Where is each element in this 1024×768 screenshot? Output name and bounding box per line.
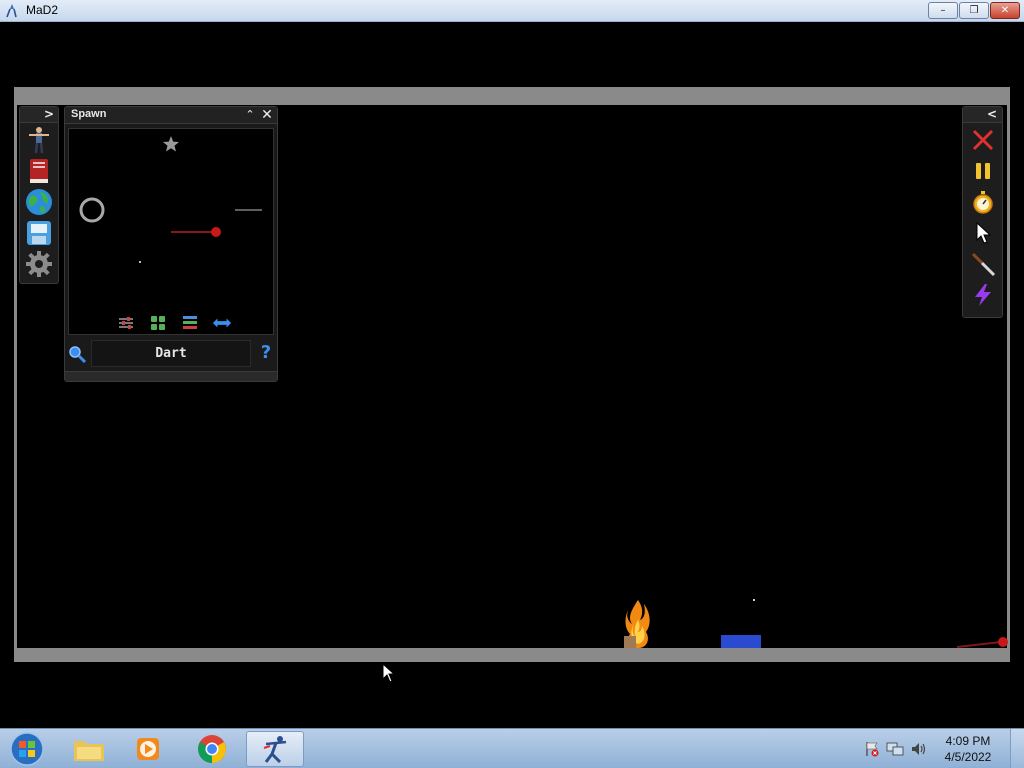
frame-bottom-border xyxy=(14,648,1010,662)
globe-icon[interactable] xyxy=(25,188,53,216)
mouse-cursor-icon xyxy=(382,663,396,683)
minimize-button[interactable]: – xyxy=(928,2,958,19)
swap-arrows-icon[interactable] xyxy=(212,314,232,332)
ragdoll-icon[interactable] xyxy=(25,126,53,154)
right-toolbar-header: < xyxy=(963,107,1002,123)
window-title: MaD2 xyxy=(26,3,59,17)
favorite-star-icon[interactable] xyxy=(162,135,180,153)
frame-top-border xyxy=(14,87,1010,103)
network-icon[interactable] xyxy=(886,741,904,757)
window-controls: – ❐ ✕ xyxy=(928,2,1020,19)
spawn-close-button[interactable]: ✕ xyxy=(260,107,274,123)
needle-item[interactable] xyxy=(234,207,264,213)
particle xyxy=(753,599,755,601)
clock-date: 4/5/2022 xyxy=(944,750,992,764)
volume-icon[interactable] xyxy=(910,741,928,757)
dart-preview[interactable] xyxy=(169,225,225,239)
right-toolbar: < xyxy=(962,106,1003,318)
search-icon[interactable] xyxy=(68,345,86,363)
left-toolbar: > xyxy=(19,106,59,284)
left-toolbar-header: > xyxy=(20,107,58,123)
stopwatch-icon[interactable] xyxy=(968,188,998,216)
spawn-search-input[interactable]: Dart xyxy=(91,340,251,367)
spawn-preview[interactable] xyxy=(68,128,274,335)
close-button[interactable]: ✕ xyxy=(990,2,1020,19)
search-row: Dart ? xyxy=(68,340,274,368)
spawn-panel-footer xyxy=(65,371,277,381)
chrome-icon[interactable] xyxy=(183,731,241,767)
start-button[interactable] xyxy=(4,730,50,768)
action-center-flag-icon[interactable] xyxy=(864,741,880,757)
explorer-icon[interactable] xyxy=(60,731,118,767)
fire-object[interactable] xyxy=(622,598,654,650)
save-icon[interactable] xyxy=(25,219,53,247)
clock[interactable]: 4:09 PM 4/5/2022 xyxy=(938,733,998,765)
knife-icon[interactable] xyxy=(968,250,998,278)
filter-sliders-icon[interactable] xyxy=(116,314,136,332)
app-icon xyxy=(6,4,17,18)
pointer-icon[interactable] xyxy=(968,219,998,247)
gear-icon[interactable] xyxy=(25,250,53,278)
particle-item xyxy=(139,261,141,263)
system-tray xyxy=(864,729,928,768)
show-desktop-button[interactable] xyxy=(1010,729,1024,768)
lightning-icon[interactable] xyxy=(968,281,998,309)
view-mode-tabs xyxy=(109,314,239,332)
screen: MaD2 – ❐ ✕ > Spawn ⌃ ✕ Dart ? < 4:09 PM … xyxy=(0,0,1024,768)
grid-view-icon[interactable] xyxy=(148,314,168,332)
spawn-panel-title: Spawn xyxy=(71,108,107,120)
clock-time: 4:09 PM xyxy=(945,734,991,748)
clear-icon[interactable] xyxy=(968,126,998,154)
blue-block-object[interactable] xyxy=(721,635,761,649)
help-icon[interactable]: ? xyxy=(258,343,274,363)
media-player-icon[interactable] xyxy=(119,731,177,767)
expand-toggle[interactable]: > xyxy=(44,107,54,121)
collapse-button[interactable]: ⌃ xyxy=(243,108,257,122)
list-view-icon[interactable] xyxy=(180,314,200,332)
collapse-toggle[interactable]: < xyxy=(987,107,997,121)
spawn-panel: Spawn ⌃ ✕ Dart ? xyxy=(64,106,278,382)
ring-item[interactable] xyxy=(78,196,106,224)
pause-icon[interactable] xyxy=(968,157,998,185)
restore-button[interactable]: ❐ xyxy=(959,2,989,19)
dart-object[interactable] xyxy=(957,635,1009,649)
mad2-icon[interactable] xyxy=(246,731,304,767)
spawn-panel-header[interactable]: Spawn ⌃ ✕ xyxy=(65,107,277,124)
taskbar: 4:09 PM 4/5/2022 xyxy=(0,728,1024,768)
window-titlebar[interactable]: MaD2 – ❐ ✕ xyxy=(0,0,1024,22)
book-icon[interactable] xyxy=(25,157,53,185)
